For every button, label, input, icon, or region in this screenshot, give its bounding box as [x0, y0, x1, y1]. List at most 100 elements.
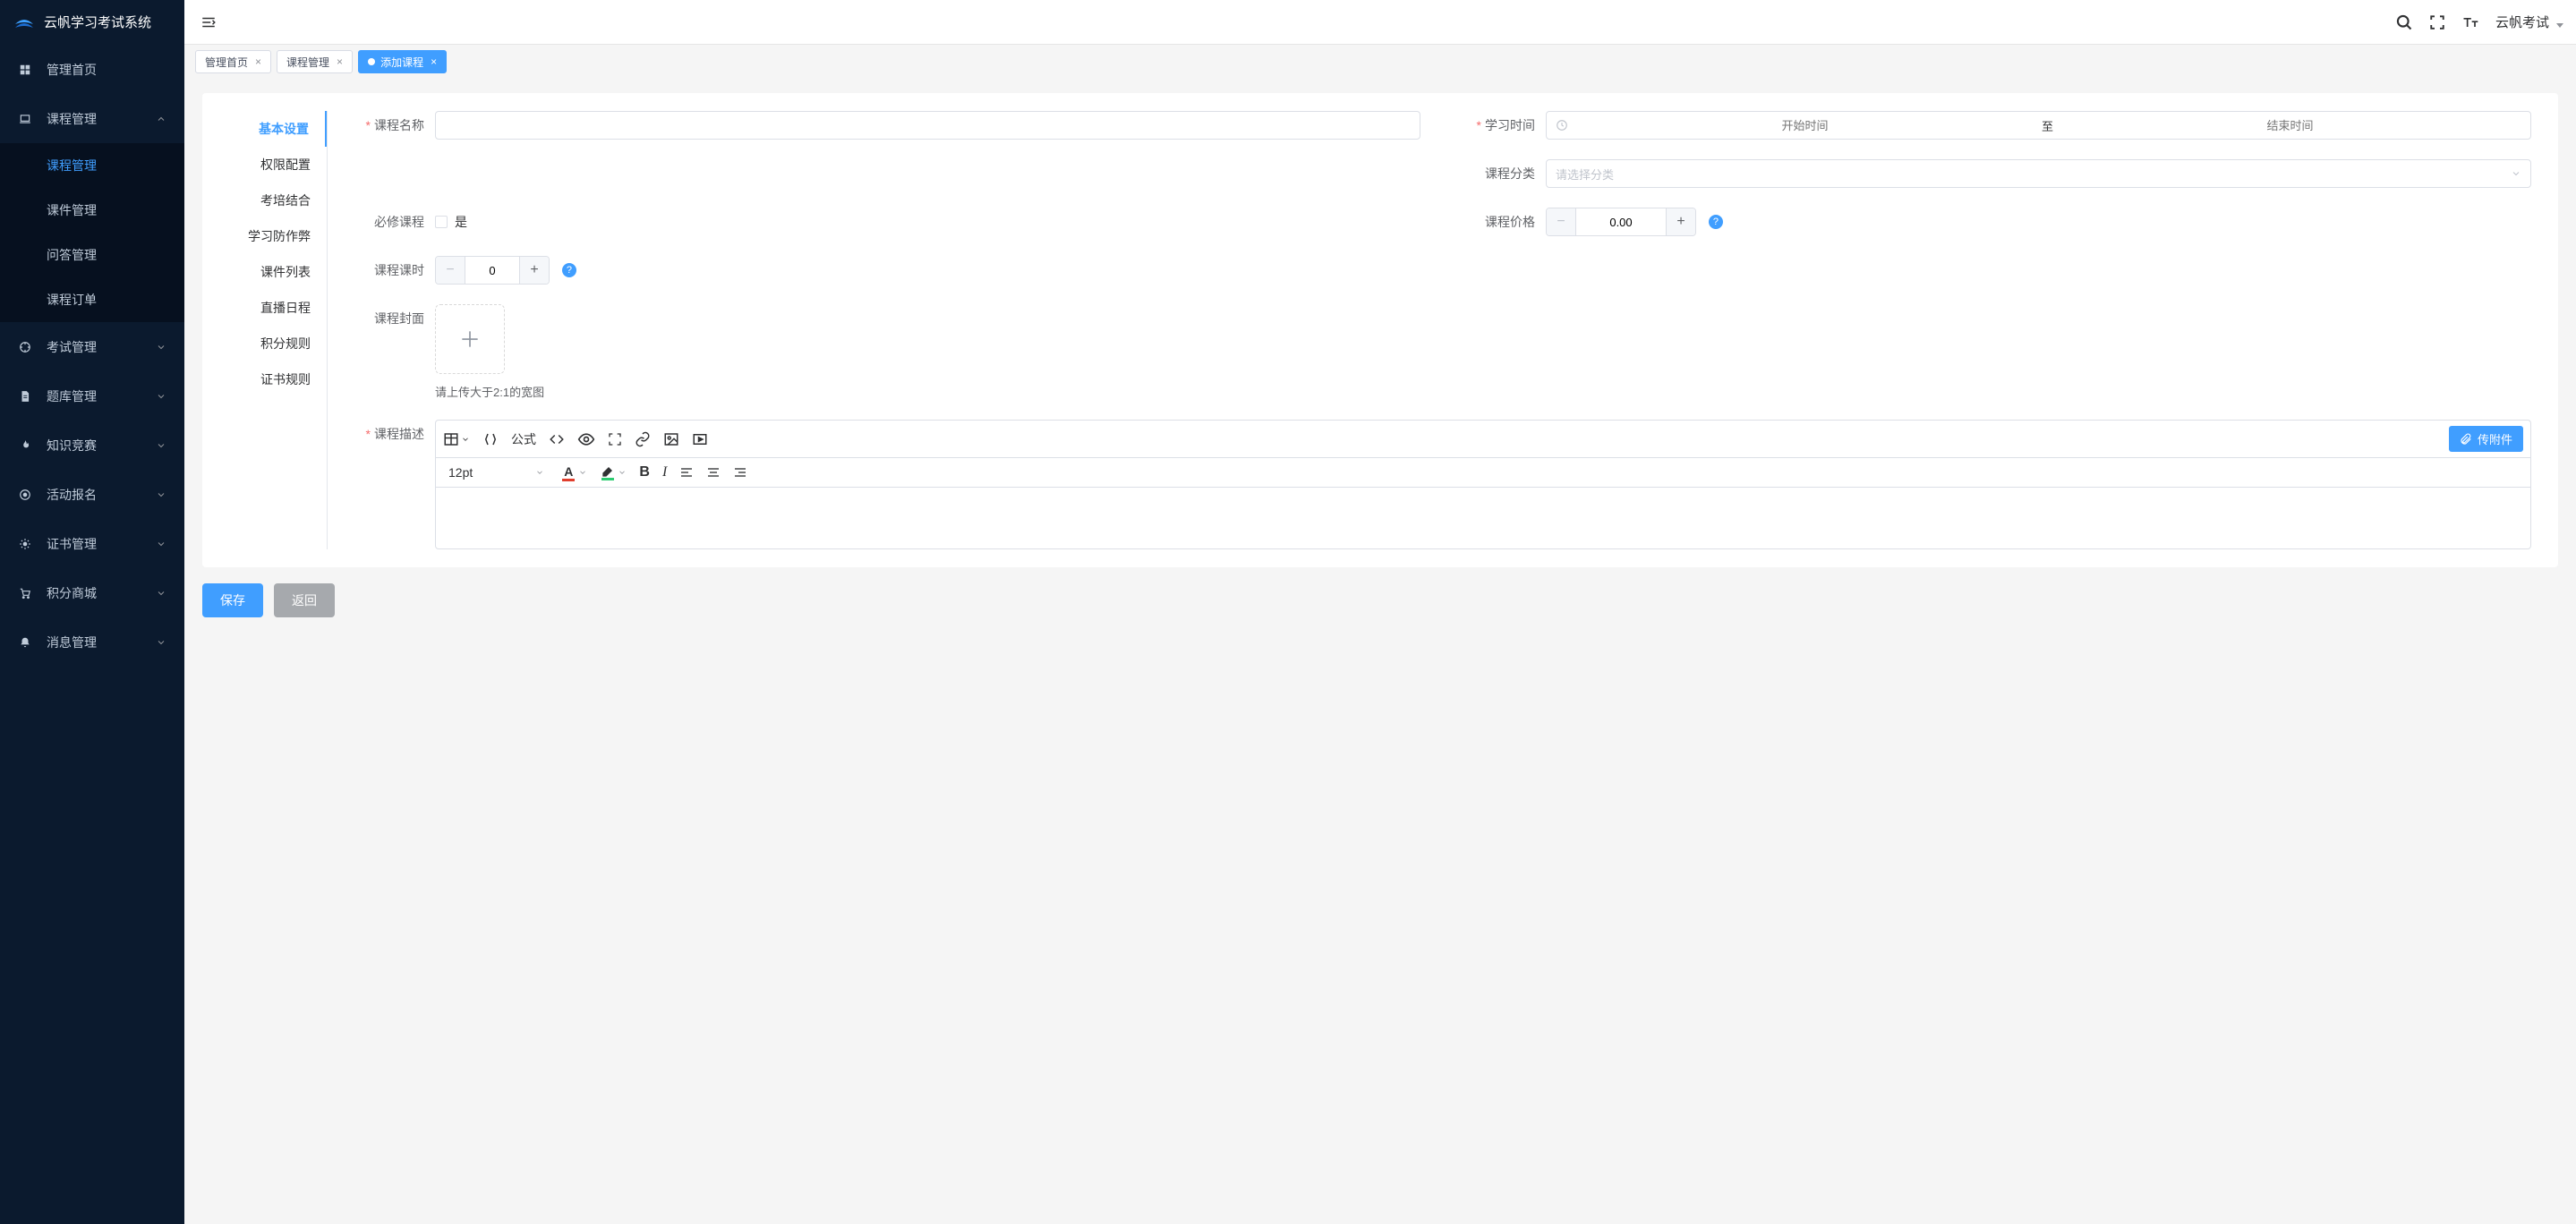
- attach-button[interactable]: 传附件: [2449, 426, 2523, 452]
- decrease-button[interactable]: −: [436, 257, 465, 284]
- sidebar-item-activity[interactable]: 活动报名: [0, 470, 184, 519]
- back-button[interactable]: 返回: [274, 583, 335, 617]
- category-select[interactable]: 请选择分类: [1546, 159, 2531, 188]
- sidebar-item-message[interactable]: 消息管理: [0, 617, 184, 667]
- link-icon[interactable]: [635, 431, 651, 447]
- increase-button[interactable]: +: [1667, 208, 1695, 235]
- field-cover: 课程封面 请上传大于2:1的宽图: [345, 304, 2531, 400]
- sidebar-item-label: 积分商城: [47, 584, 156, 602]
- sidebar-item-competition[interactable]: 知识竞赛: [0, 421, 184, 470]
- sidebar-item-label: 消息管理: [47, 633, 156, 651]
- disc-icon: [18, 489, 32, 501]
- form-card: 基本设置 权限配置 考培结合 学习防作弊 课件列表 直播日程 积分规则 证书规则…: [202, 93, 2558, 567]
- target-icon: [18, 341, 32, 353]
- tab-home[interactable]: 管理首页×: [195, 50, 271, 73]
- chevron-down-icon: [156, 637, 166, 648]
- sidebar-subitem-courseware[interactable]: 课件管理: [0, 188, 184, 233]
- form-nav-courseware-list[interactable]: 课件列表: [220, 254, 327, 290]
- italic-icon[interactable]: I: [662, 464, 667, 480]
- footer-buttons: 保存 返回: [202, 583, 2558, 617]
- sidebar-subitem-qa[interactable]: 问答管理: [0, 233, 184, 277]
- fullscreen-icon[interactable]: [2429, 14, 2445, 30]
- sidebar-item-home[interactable]: 管理首页: [0, 45, 184, 94]
- chevron-up-icon: [156, 114, 166, 124]
- help-icon[interactable]: ?: [562, 263, 576, 277]
- search-icon[interactable]: [2395, 13, 2413, 31]
- font-size-icon[interactable]: [2461, 13, 2479, 31]
- chevron-down-icon: [156, 489, 166, 500]
- field-description: *课程描述 公式: [345, 420, 2531, 549]
- editor-body[interactable]: [435, 487, 2531, 549]
- form-nav-cert-rule[interactable]: 证书规则: [220, 361, 327, 397]
- grid-icon: [18, 64, 32, 76]
- checkbox-label: 是: [455, 213, 467, 231]
- sidebar-item-label: 活动报名: [47, 486, 156, 504]
- tab-course-mgmt[interactable]: 课程管理×: [277, 50, 353, 73]
- lessons-input[interactable]: [465, 257, 520, 284]
- field-category: 课程分类 请选择分类: [1456, 159, 2531, 188]
- highlight-icon[interactable]: [600, 465, 627, 480]
- sidebar-item-course[interactable]: 课程管理: [0, 94, 184, 143]
- sidebar-item-label: 题库管理: [47, 387, 156, 405]
- main: 管理首页× 课程管理× 添加课程× 基本设置 权限配置 考培结合 学习防作弊 课…: [184, 45, 2576, 1224]
- code-block-icon[interactable]: [482, 431, 499, 447]
- brand-title: 云帆学习考试系统: [44, 13, 151, 31]
- rich-editor: 公式 传附件: [435, 420, 2531, 549]
- field-lessons: 课程课时 − + ?: [345, 256, 1420, 285]
- tab-add-course[interactable]: 添加课程×: [358, 50, 447, 73]
- cover-uploader[interactable]: [435, 304, 505, 374]
- sidebar-subitem-orders[interactable]: 课程订单: [0, 277, 184, 322]
- close-icon[interactable]: ×: [255, 55, 261, 68]
- bold-icon[interactable]: B: [639, 464, 650, 480]
- image-icon[interactable]: [663, 431, 679, 447]
- align-left-icon[interactable]: [679, 465, 694, 480]
- form-nav-exam-train[interactable]: 考培结合: [220, 183, 327, 218]
- field-study-time: *学习时间 至: [1456, 111, 2531, 140]
- form-area: *课程名称 *学习时间 至: [328, 111, 2531, 549]
- collapse-sidebar-button[interactable]: [197, 11, 220, 34]
- field-empty-right: [1456, 256, 2531, 285]
- brand: 云帆学习考试系统: [0, 0, 184, 45]
- decrease-button[interactable]: −: [1547, 208, 1575, 235]
- form-nav-basic[interactable]: 基本设置: [220, 111, 327, 147]
- dot-icon: [368, 58, 375, 65]
- form-nav-anti-cheat[interactable]: 学习防作弊: [220, 218, 327, 254]
- close-icon[interactable]: ×: [431, 55, 437, 68]
- text-color-icon[interactable]: A: [562, 464, 587, 481]
- user-dropdown[interactable]: 云帆考试: [2495, 13, 2563, 31]
- video-icon[interactable]: [692, 431, 708, 447]
- start-time-input[interactable]: [1574, 119, 2036, 132]
- table-icon[interactable]: [443, 431, 470, 447]
- price-input[interactable]: [1575, 208, 1667, 235]
- font-size-select[interactable]: 12pt: [443, 463, 550, 481]
- form-nav-live-schedule[interactable]: 直播日程: [220, 290, 327, 326]
- source-code-icon[interactable]: [549, 431, 565, 447]
- sidebar-item-question-bank[interactable]: 题库管理: [0, 371, 184, 421]
- price-stepper: − +: [1546, 208, 1696, 236]
- laptop-icon: [18, 113, 32, 125]
- sidebar-item-exam[interactable]: 考试管理: [0, 322, 184, 371]
- course-name-input[interactable]: [435, 111, 1420, 140]
- content: 基本设置 权限配置 考培结合 学习防作弊 课件列表 直播日程 积分规则 证书规则…: [184, 75, 2576, 1224]
- study-time-range[interactable]: 至: [1546, 111, 2531, 140]
- paperclip-icon: [2460, 433, 2472, 446]
- sidebar-item-points-mall[interactable]: 积分商城: [0, 568, 184, 617]
- chevron-down-icon: [156, 342, 166, 353]
- form-nav-permission[interactable]: 权限配置: [220, 147, 327, 183]
- field-empty-left: [345, 159, 1420, 188]
- end-time-input[interactable]: [2059, 119, 2521, 132]
- save-button[interactable]: 保存: [202, 583, 263, 617]
- formula-button[interactable]: 公式: [511, 430, 536, 448]
- fullscreen-editor-icon[interactable]: [608, 432, 622, 446]
- sidebar-item-certificate[interactable]: 证书管理: [0, 519, 184, 568]
- close-icon[interactable]: ×: [337, 55, 343, 68]
- preview-icon[interactable]: [577, 430, 595, 448]
- mandatory-checkbox[interactable]: [435, 216, 448, 228]
- align-center-icon[interactable]: [706, 465, 721, 480]
- increase-button[interactable]: +: [520, 257, 549, 284]
- sidebar-item-label: 证书管理: [47, 535, 156, 553]
- help-icon[interactable]: ?: [1709, 215, 1723, 229]
- sidebar-subitem-course-mgmt[interactable]: 课程管理: [0, 143, 184, 188]
- align-right-icon[interactable]: [733, 465, 747, 480]
- form-nav-points-rule[interactable]: 积分规则: [220, 326, 327, 361]
